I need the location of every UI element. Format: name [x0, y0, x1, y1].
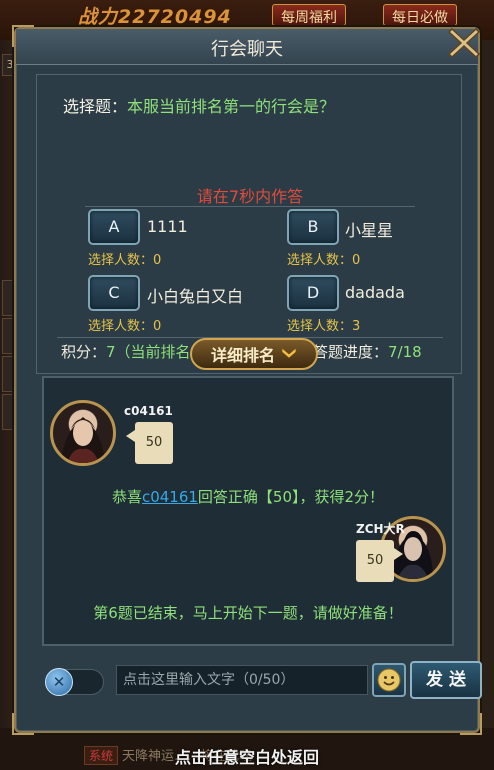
- system-message-next: 第6题已结束，马上开始下一题，请做好准备！: [93, 604, 403, 622]
- close-voice-icon[interactable]: ✕: [45, 668, 73, 696]
- rank-button-label: 详细排名: [210, 346, 275, 365]
- score-label: 积分：: [61, 343, 107, 361]
- send-button[interactable]: 发送: [410, 661, 482, 699]
- system-message-prefix: 恭喜: [111, 488, 142, 506]
- emoji-button[interactable]: [372, 663, 406, 697]
- tab-weekly-welfare[interactable]: 每周福利: [272, 4, 346, 26]
- voice-toggle[interactable]: ✕: [45, 668, 104, 696]
- chat-bubble-right: 50: [356, 540, 394, 582]
- answer-timer: 请在7秒内作答: [196, 187, 304, 206]
- question: 选择题：本服当前排名第一的行会是？: [63, 93, 335, 117]
- option-b-count: 选择人数：0: [287, 253, 361, 268]
- question-text: 本服当前排名第一的行会是？: [127, 97, 336, 116]
- option-d-count: 选择人数：3: [287, 319, 361, 334]
- dialog-title-bar: 行会聊天: [16, 29, 478, 65]
- option-a-text: 1111: [147, 217, 188, 236]
- progress-value: 7/18: [388, 343, 422, 361]
- dialog-title: 行会聊天: [211, 39, 283, 60]
- frame-corner-br: [460, 713, 482, 735]
- answer-progress: 答题进度：7/18: [313, 341, 422, 362]
- option-c-text: 小白兔白又白: [147, 287, 244, 306]
- guild-chat-dialog: 行会聊天 选择题：本服当前排名第一的行会是？ 请在7秒内作答 A 1111 选择…: [12, 25, 482, 735]
- system-message-correct: 恭喜c04161回答正确【50】，获得2分！: [44, 486, 452, 507]
- option-a-count: 选择人数：0: [88, 253, 162, 268]
- option-a-button[interactable]: A: [88, 209, 140, 245]
- bubble-tail-left: [126, 430, 135, 442]
- divider-top: [85, 206, 415, 207]
- frame-corner-bl: [12, 713, 34, 735]
- option-d-button[interactable]: D: [287, 275, 339, 311]
- system-message-username-link[interactable]: c04161: [142, 488, 198, 506]
- return-hint[interactable]: 点击任意空白处返回: [0, 744, 494, 768]
- avatar-c04161[interactable]: [50, 400, 116, 466]
- female-portrait-icon: [61, 417, 105, 463]
- chat-bubble-left: 50: [135, 422, 173, 464]
- input-row: ✕ 发送: [36, 659, 482, 705]
- chat-input[interactable]: [116, 665, 368, 695]
- option-b-text: 小星星: [345, 221, 394, 240]
- chevron-down-icon: [281, 347, 297, 359]
- option-c-count: 选择人数：0: [88, 319, 162, 334]
- detailed-ranking-button[interactable]: 详细排名: [190, 338, 318, 370]
- smiley-icon: [377, 668, 401, 692]
- option-b-button[interactable]: B: [287, 209, 339, 245]
- close-x-icon: [447, 27, 481, 59]
- option-c-button[interactable]: C: [88, 275, 140, 311]
- close-button[interactable]: [444, 23, 484, 63]
- sender-name-right: ZCH大R: [356, 522, 405, 536]
- combat-power: 战力22720494: [78, 6, 232, 28]
- question-label: 选择题：: [63, 97, 128, 116]
- progress-label: 答题进度：: [313, 343, 389, 361]
- chat-area[interactable]: c04161 50 恭喜c04161回答正确【50】，获得2分！ ZCH大R 5…: [42, 376, 454, 646]
- background-right-panel: [480, 40, 494, 770]
- bubble-tail-right: [394, 548, 403, 560]
- system-message-suffix: 回答正确【50】，获得2分！: [197, 488, 385, 506]
- quiz-panel: 选择题：本服当前排名第一的行会是？ 请在7秒内作答 A 1111 选择人数：0 …: [36, 74, 462, 374]
- sender-name-left: c04161: [124, 404, 173, 418]
- option-d-text: dadada: [345, 283, 405, 302]
